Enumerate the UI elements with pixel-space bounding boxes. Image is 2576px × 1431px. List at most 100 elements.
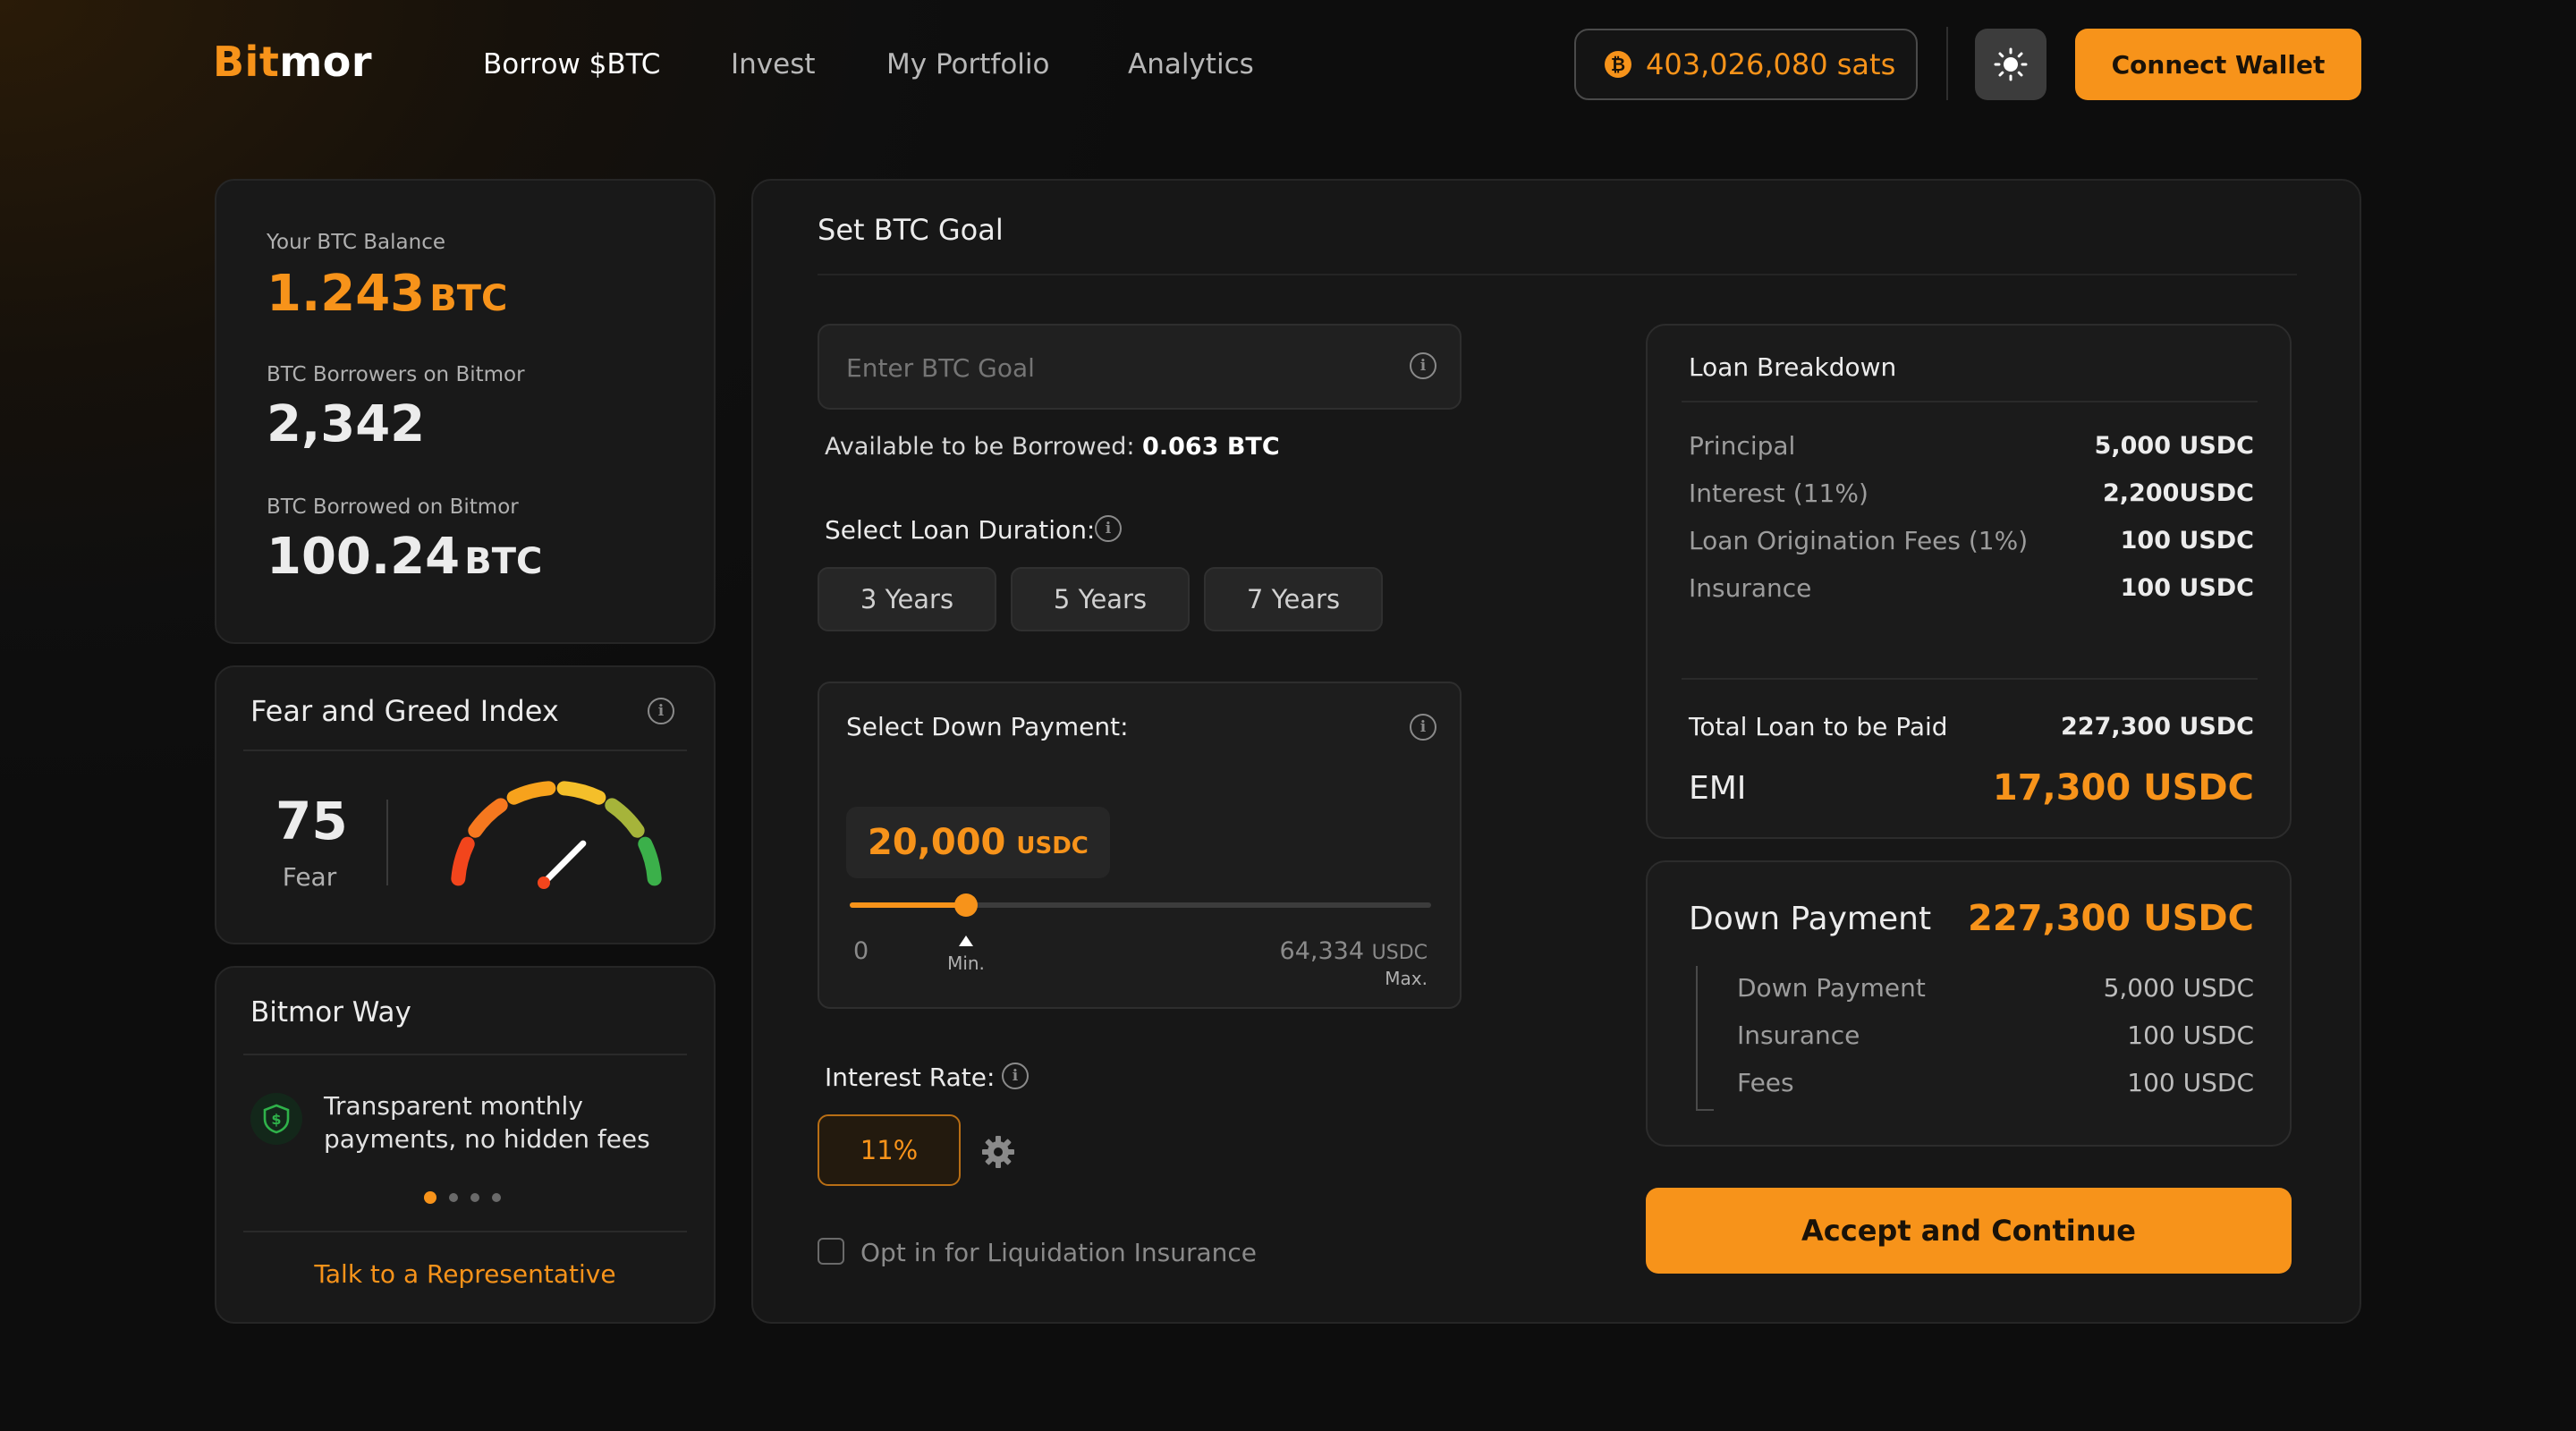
info-icon[interactable]: i <box>648 698 674 724</box>
fees-row: Fees 100 USDC <box>1737 1068 2254 1097</box>
carousel-dot[interactable] <box>449 1193 458 1202</box>
sats-balance-pill[interactable]: ₿ 403,026,080 sats <box>1574 29 1918 100</box>
accept-and-continue-button[interactable]: Accept and Continue <box>1646 1188 2292 1274</box>
nav-borrow-btc[interactable]: Borrow $BTC <box>483 48 660 80</box>
fear-greed-card: Fear and Greed Index i 75 Fear <box>215 665 716 944</box>
slider-max-value: 64,334 <box>1279 937 1365 965</box>
gauge-segment <box>451 836 475 886</box>
breakdown-row-insurance: Insurance 100 USDC <box>1689 573 2254 603</box>
btc-balance-unit: BTC <box>429 278 508 319</box>
theme-toggle-button[interactable] <box>1975 29 2046 100</box>
breakdown-row-interest: Interest (11%) 2,200USDC <box>1689 478 2254 508</box>
info-icon[interactable]: i <box>1410 352 1436 379</box>
breakdown-row-principal: Principal 5,000 USDC <box>1689 431 2254 461</box>
carousel-dot[interactable] <box>492 1193 501 1202</box>
btc-borrowers-label: BTC Borrowers on Bitmor <box>267 363 525 386</box>
breakdown-label: Interest (11%) <box>1689 478 1868 508</box>
down-payment-card: Down Payment 227,300 USDC Down Payment 5… <box>1646 860 2292 1147</box>
gauge-segment <box>638 836 662 886</box>
tree-line <box>1696 966 1698 1111</box>
fear-greed-title: Fear and Greed Index <box>250 694 559 728</box>
down-payment-selector: Select Down Payment: i 20,000 USDC 0 Min… <box>818 682 1462 1009</box>
interest-rate-label: Interest Rate: <box>825 1063 996 1092</box>
down-payment-amount-value: 20,000 <box>868 822 1006 863</box>
breakdown-row-origination-fees: Loan Origination Fees (1%) 100 USDC <box>1689 526 2254 555</box>
fear-greed-gauge <box>451 781 662 889</box>
carousel-dot[interactable] <box>470 1193 479 1202</box>
btc-borrowed-unit: BTC <box>464 541 543 582</box>
gauge-segment <box>468 798 508 838</box>
total-loan-value: 227,300 USDC <box>2061 713 2254 741</box>
interest-rate-value[interactable]: 11% <box>818 1114 961 1186</box>
down-payment-selector-label: Select Down Payment: <box>846 712 1129 741</box>
duration-5-years-button[interactable]: 5 Years <box>1011 567 1190 631</box>
down-payment-total: 227,300 USDC <box>1968 898 2254 939</box>
duration-3-years-button[interactable]: 3 Years <box>818 567 996 631</box>
set-btc-goal-title: Set BTC Goal <box>818 213 1004 247</box>
slider-max-unit: USDC <box>1371 942 1428 964</box>
svg-text:$: $ <box>271 1111 281 1128</box>
btc-borrowers-value: 2,342 <box>267 395 426 453</box>
info-icon[interactable]: i <box>1410 714 1436 741</box>
info-icon[interactable]: i <box>1095 515 1122 542</box>
talk-to-representative-link[interactable]: Talk to a Representative <box>216 1259 714 1289</box>
insurance-row-value: 100 USDC <box>2127 1020 2254 1050</box>
nav-analytics[interactable]: Analytics <box>1128 48 1254 80</box>
set-btc-goal-panel: Set BTC Goal i Available to be Borrowed:… <box>751 179 2361 1324</box>
btc-balance: 1.243 BTC <box>267 265 507 323</box>
fear-greed-divider <box>386 800 388 885</box>
available-label: Available to be Borrowed: <box>825 433 1135 461</box>
carousel-dot-active[interactable] <box>424 1191 436 1204</box>
slider-min-value: 0 <box>853 937 869 965</box>
down-payment-amount: 20,000 USDC <box>846 807 1110 878</box>
gauge-hub <box>538 876 550 889</box>
bitmor-way-text-1: Transparent monthly <box>324 1091 583 1121</box>
bitmor-way-card: Bitmor Way $ Transparent monthly payment… <box>215 966 716 1324</box>
nav-invest[interactable]: Invest <box>731 48 816 80</box>
liquidation-insurance-checkbox[interactable] <box>818 1238 844 1265</box>
total-loan-row: Total Loan to be Paid 227,300 USDC <box>1689 712 2254 741</box>
breakdown-value: 5,000 USDC <box>2094 432 2254 460</box>
btc-balance-value: 1.243 <box>267 265 426 323</box>
down-payment-slider-track[interactable] <box>850 893 1431 917</box>
liquidation-insurance-label[interactable]: Opt in for Liquidation Insurance <box>860 1238 1257 1267</box>
loan-breakdown-card: Loan Breakdown Principal 5,000 USDC Inte… <box>1646 324 2292 839</box>
down-payment-slider-fill <box>850 902 966 908</box>
loan-breakdown-title: Loan Breakdown <box>1689 352 1897 382</box>
btc-goal-input-wrapper: i <box>818 324 1462 410</box>
breakdown-label: Insurance <box>1689 573 1812 603</box>
sats-balance: 403,026,080 sats <box>1646 47 1896 81</box>
duration-7-years-button[interactable]: 7 Years <box>1204 567 1383 631</box>
down-payment-slider-thumb[interactable] <box>954 893 978 917</box>
btc-goal-input[interactable] <box>846 349 1383 386</box>
loan-breakdown-rows: Principal 5,000 USDC Interest (11%) 2,20… <box>1689 431 2254 603</box>
available-value: 0.063 BTC <box>1142 433 1280 461</box>
gauge-needle <box>540 840 587 886</box>
gauge-segment <box>506 781 556 805</box>
gauge-segment <box>605 798 645 838</box>
fees-row-value: 100 USDC <box>2127 1068 2254 1097</box>
down-payment-row-label: Down Payment <box>1737 973 1926 1003</box>
total-loan-label: Total Loan to be Paid <box>1689 712 1948 741</box>
emi-row: EMI 17,300 USDC <box>1689 767 2254 809</box>
gauge-segment <box>556 781 606 805</box>
brand-logo-part1: Bit <box>213 38 280 86</box>
gear-icon[interactable] <box>980 1134 1016 1170</box>
divider <box>818 274 2297 275</box>
tree-branch <box>1696 1109 1714 1111</box>
header-divider <box>1946 27 1948 100</box>
breakdown-label: Loan Origination Fees (1%) <box>1689 526 2029 555</box>
nav-my-portfolio[interactable]: My Portfolio <box>886 48 1049 80</box>
fear-greed-value: 75 <box>275 791 348 851</box>
info-icon[interactable]: i <box>1002 1063 1029 1089</box>
connect-wallet-button[interactable]: Connect Wallet <box>2075 29 2361 100</box>
breakdown-value: 100 USDC <box>2120 574 2254 602</box>
brand-logo[interactable]: Bitmor <box>213 38 372 86</box>
available-to-borrow: Available to be Borrowed: 0.063 BTC <box>825 433 1280 461</box>
bitcoin-icon: ₿ <box>1605 51 1631 78</box>
loan-duration-label: Select Loan Duration: <box>825 515 1096 545</box>
loan-duration-options: 3 Years 5 Years 7 Years <box>818 567 1383 631</box>
slider-max: 64,334 USDC <box>1280 937 1428 965</box>
insurance-row-label: Insurance <box>1737 1020 1860 1050</box>
down-payment-title: Down Payment <box>1689 900 1932 937</box>
